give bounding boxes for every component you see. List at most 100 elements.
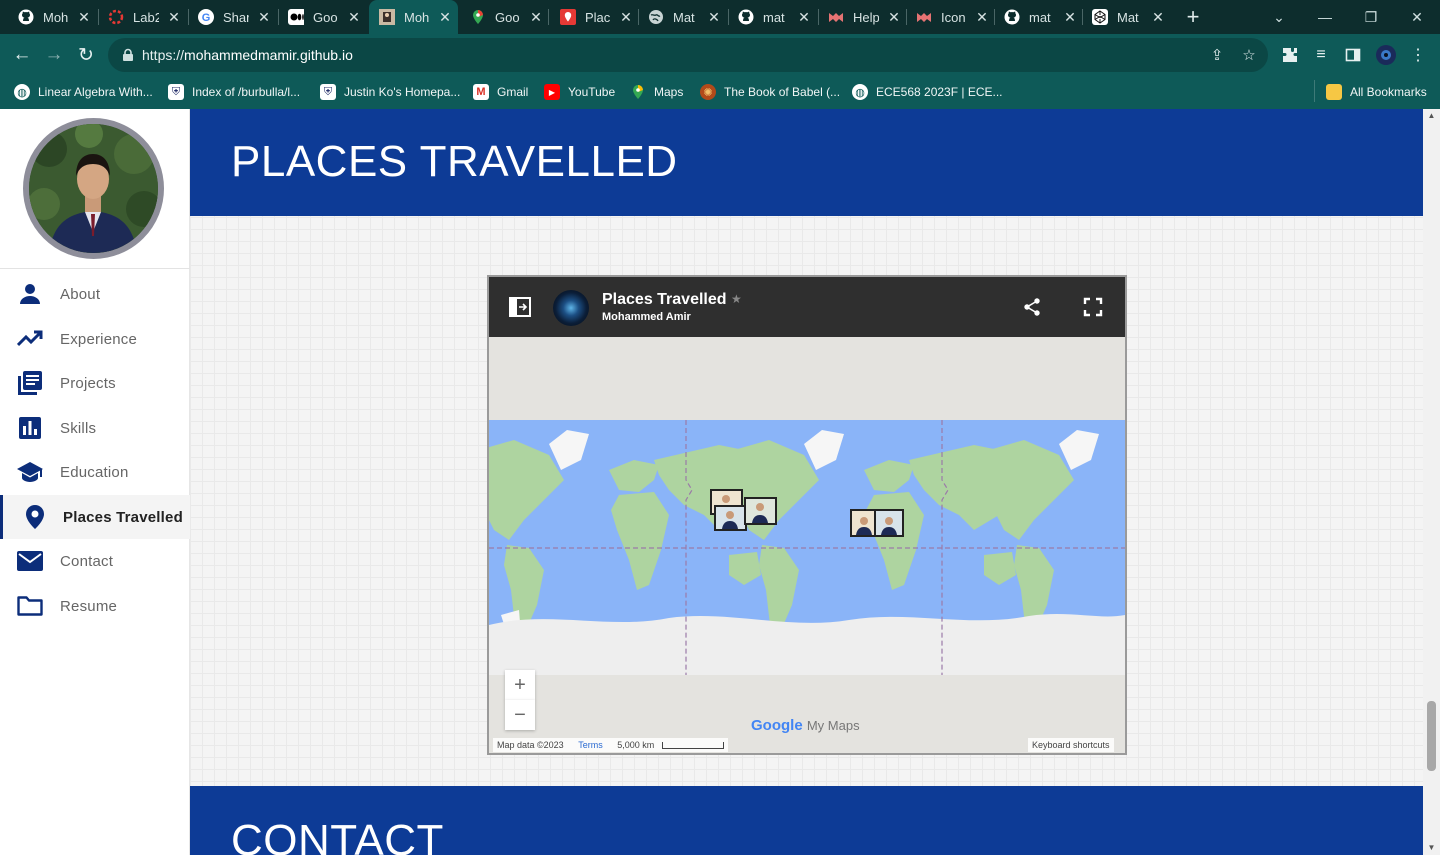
sidebar-item-experience[interactable]: Experience bbox=[0, 317, 190, 361]
close-icon[interactable]: ✕ bbox=[77, 9, 91, 26]
bookmark-item[interactable]: ◍ ECE568 2023F | ECE... bbox=[852, 82, 1003, 102]
close-window-button[interactable]: ✕ bbox=[1394, 0, 1440, 34]
google-wordmark: Google bbox=[751, 717, 803, 734]
scroll-up-arrow[interactable]: ▲ bbox=[1427, 111, 1436, 121]
bookmark-item[interactable]: Maps bbox=[630, 82, 683, 102]
youtube-icon: ▶ bbox=[544, 84, 560, 100]
bookmark-item[interactable]: M Gmail bbox=[473, 82, 528, 102]
tab[interactable]: Goo ✕ bbox=[460, 0, 543, 34]
sidebar-item-education[interactable]: Education bbox=[0, 450, 190, 494]
map-data-text: Map data ©2023 bbox=[497, 740, 564, 750]
back-button[interactable]: ← bbox=[10, 43, 34, 67]
section-title: PLACES TRAVELLED bbox=[231, 137, 678, 186]
photo-pin[interactable] bbox=[874, 509, 910, 537]
sidebar-item-about[interactable]: About bbox=[0, 272, 190, 316]
keyboard-shortcuts-link[interactable]: Keyboard shortcuts bbox=[1028, 738, 1114, 752]
tab-title: Mat bbox=[673, 9, 695, 25]
map-embed[interactable]: Places Travelled ★ Mohammed Amir + − Goo… bbox=[487, 275, 1127, 755]
forward-button[interactable]: → bbox=[42, 43, 66, 67]
sidebar-item-projects[interactable]: Projects bbox=[0, 361, 190, 405]
all-bookmarks-label: All Bookmarks bbox=[1350, 85, 1427, 99]
bookmark-item[interactable]: ▶ YouTube bbox=[544, 82, 615, 102]
close-icon[interactable]: ✕ bbox=[975, 9, 989, 26]
minimize-button[interactable]: — bbox=[1302, 0, 1348, 34]
share-icon[interactable] bbox=[1022, 297, 1042, 317]
star-icon[interactable]: ☆ bbox=[1240, 46, 1258, 64]
codepen-icon bbox=[1092, 9, 1108, 25]
close-icon[interactable]: ✕ bbox=[438, 9, 452, 26]
sidebar-item-resume[interactable]: Resume bbox=[0, 584, 190, 628]
reload-button[interactable]: ↻ bbox=[74, 43, 98, 67]
tab[interactable]: mat ✕ bbox=[994, 0, 1077, 34]
close-icon[interactable]: ✕ bbox=[887, 9, 901, 26]
close-icon[interactable]: ✕ bbox=[619, 9, 633, 26]
tab[interactable]: Mat ✕ bbox=[1082, 0, 1165, 34]
tab[interactable]: Goo ✕ bbox=[278, 0, 361, 34]
tab[interactable]: Plac ✕ bbox=[550, 0, 633, 34]
tab[interactable]: Moh ✕ bbox=[8, 0, 91, 34]
media-control-icon[interactable]: ≡ bbox=[1311, 45, 1331, 65]
close-icon[interactable]: ✕ bbox=[797, 9, 811, 26]
tab[interactable]: Help ✕ bbox=[818, 0, 901, 34]
tab[interactable]: Lab2 ✕ bbox=[98, 0, 181, 34]
sidebar-item-places-travelled[interactable]: Places Travelled bbox=[0, 495, 190, 539]
tab[interactable]: Mat ✕ bbox=[638, 0, 721, 34]
menu-icon[interactable]: ⋮ bbox=[1408, 45, 1428, 65]
close-icon[interactable]: ✕ bbox=[707, 9, 721, 26]
github-icon bbox=[1004, 9, 1020, 25]
zoom-out-button[interactable]: − bbox=[505, 700, 535, 730]
tab-active[interactable]: Moh ✕ bbox=[369, 0, 458, 34]
tab[interactable]: Icon ✕ bbox=[906, 0, 989, 34]
map-title: Places Travelled bbox=[602, 291, 727, 308]
medium-icon bbox=[288, 9, 304, 25]
terms-link[interactable]: Terms bbox=[578, 740, 603, 750]
legend-panel-icon[interactable] bbox=[509, 297, 531, 317]
tab[interactable]: mat ✕ bbox=[728, 0, 811, 34]
folder-icon bbox=[1326, 84, 1342, 100]
tab[interactable]: G Shar ✕ bbox=[188, 0, 271, 34]
close-icon[interactable]: ✕ bbox=[1063, 9, 1077, 26]
bookmark-item[interactable]: ⛨ Justin Ko's Homepa... bbox=[320, 82, 460, 102]
close-icon[interactable]: ✕ bbox=[347, 9, 361, 26]
tab-title: Moh bbox=[43, 9, 69, 25]
url-text[interactable]: https://mohammedmamir.github.io bbox=[142, 47, 353, 63]
share-icon[interactable]: ⇪ bbox=[1208, 46, 1226, 64]
side-panel-icon[interactable] bbox=[1343, 45, 1363, 65]
close-icon[interactable]: ✕ bbox=[529, 9, 543, 26]
restore-button[interactable]: ❐ bbox=[1348, 0, 1394, 34]
close-icon[interactable]: ✕ bbox=[1151, 9, 1165, 26]
zoom-in-button[interactable]: + bbox=[505, 670, 535, 700]
gmail-icon: M bbox=[473, 84, 489, 100]
world-map[interactable] bbox=[489, 420, 1125, 675]
tab-title: Goo bbox=[495, 9, 520, 25]
profile-avatar[interactable] bbox=[1376, 45, 1396, 65]
bookmark-item[interactable]: ◍ Linear Algebra With... bbox=[14, 82, 153, 102]
star-icon[interactable]: ★ bbox=[731, 292, 742, 306]
section-title: CONTACT bbox=[231, 816, 444, 855]
mymaps-icon bbox=[560, 9, 576, 25]
github-icon bbox=[738, 9, 754, 25]
bookmark-label: ECE568 2023F | ECE... bbox=[876, 85, 1003, 99]
close-icon[interactable]: ✕ bbox=[167, 9, 181, 26]
tab-search-button[interactable]: ⌄ bbox=[1256, 0, 1302, 34]
address-bar[interactable]: https://mohammedmamir.github.io ⇪ ☆ bbox=[108, 38, 1268, 72]
bookmark-label: Maps bbox=[654, 85, 684, 99]
extensions-icon[interactable] bbox=[1280, 45, 1300, 65]
crest-icon: ⛨ bbox=[168, 84, 184, 100]
sidebar-item-skills[interactable]: Skills bbox=[0, 406, 190, 450]
all-bookmarks-button[interactable]: All Bookmarks bbox=[1326, 82, 1427, 102]
scrollbar-thumb[interactable] bbox=[1427, 701, 1436, 771]
scroll-down-arrow[interactable]: ▼ bbox=[1427, 843, 1436, 853]
bookmark-label: YouTube bbox=[568, 85, 616, 99]
bookmark-item[interactable]: ⛨ Index of /burbulla/l... bbox=[168, 82, 300, 102]
map-canvas[interactable]: + − Google My Maps Map data ©2023 Terms … bbox=[489, 337, 1125, 753]
bookmark-item[interactable]: ✺ The Book of Babel (... bbox=[700, 82, 840, 102]
sidebar-item-contact[interactable]: Contact bbox=[0, 539, 190, 583]
new-tab-button[interactable]: + bbox=[1183, 5, 1203, 29]
antarctica bbox=[489, 614, 1125, 675]
close-icon[interactable]: ✕ bbox=[257, 9, 271, 26]
avatar bbox=[23, 118, 164, 259]
bar-chart-icon bbox=[16, 414, 44, 442]
fullscreen-icon[interactable] bbox=[1083, 297, 1103, 317]
photo-pin[interactable] bbox=[744, 497, 780, 525]
